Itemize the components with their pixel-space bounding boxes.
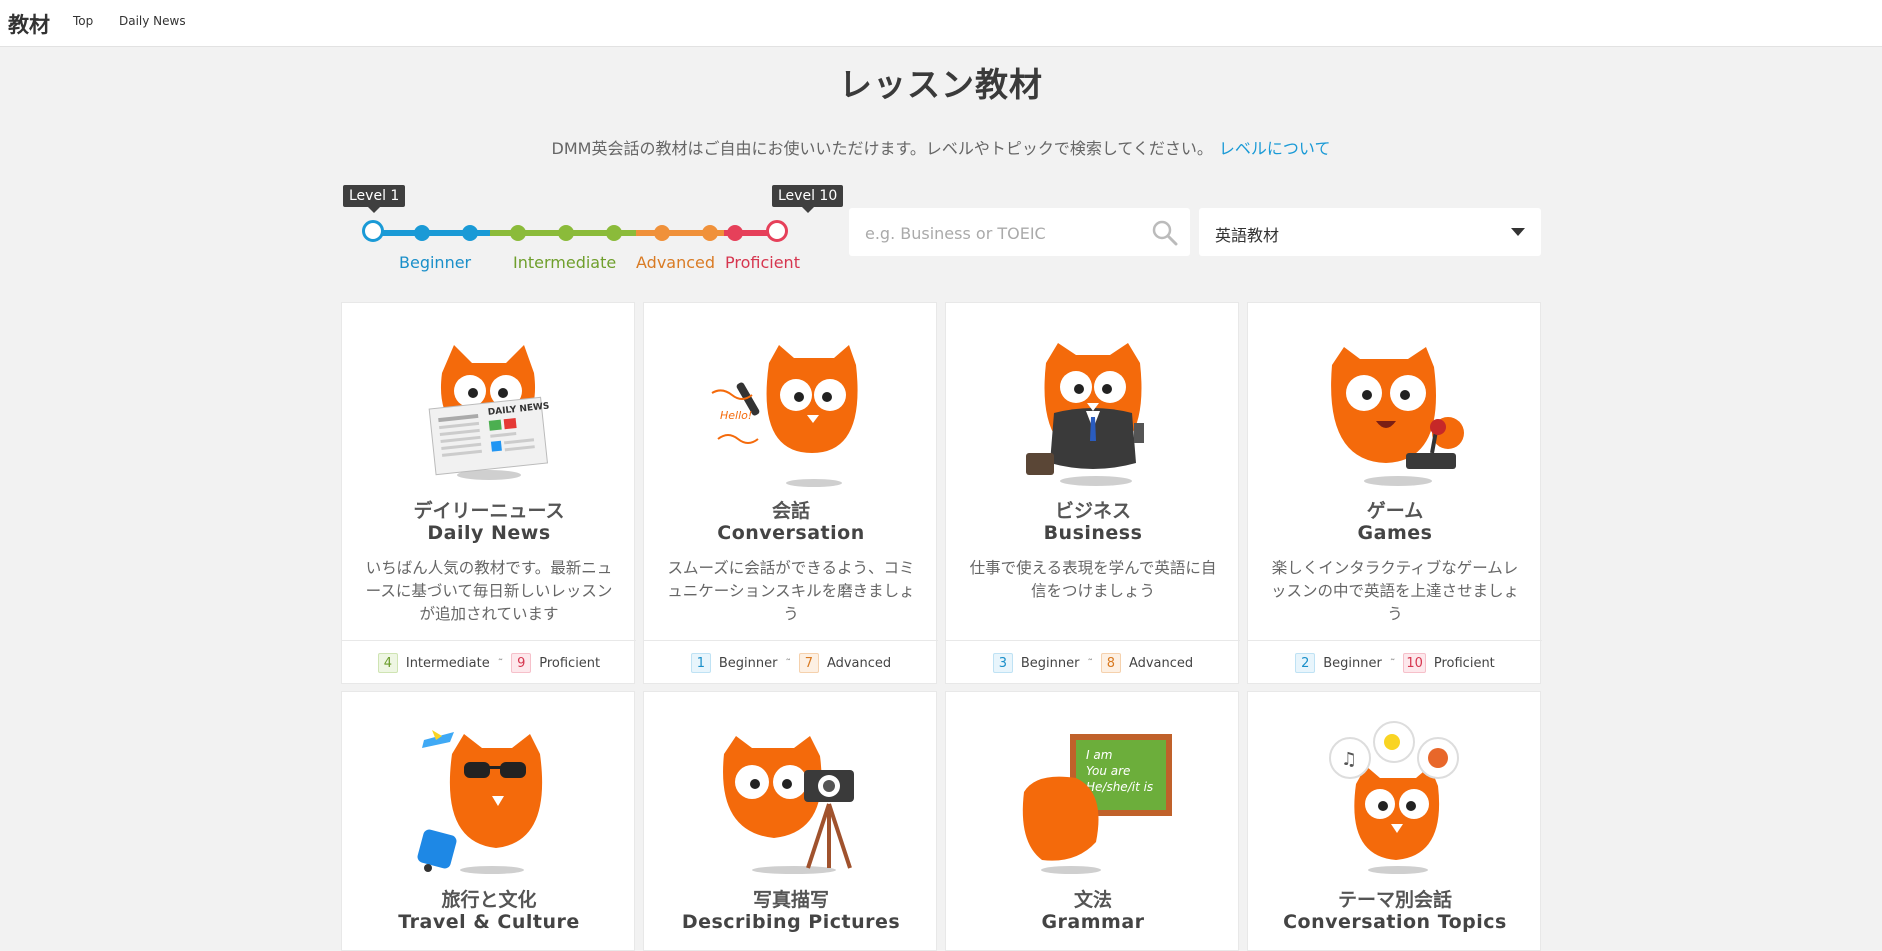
phone-hello-text: Hello! (720, 409, 752, 422)
proficient-label[interactable]: Proficient (725, 253, 800, 272)
card-travel-culture[interactable]: 旅行と文化 Travel & Culture (341, 691, 635, 951)
level-6-dot[interactable] (606, 225, 622, 241)
board-line-2: You are (1086, 764, 1130, 778)
owl-suit-illustration (1026, 343, 1144, 486)
card-title-jp: デイリーニュース (413, 500, 565, 522)
owl-joystick-illustration (1331, 347, 1464, 486)
level-label-to: Proficient (539, 655, 601, 671)
card-title-jp: テーマ別会話 (1337, 889, 1452, 911)
card-description: スムーズに会話ができるよう、コミュニケーションスキルを磨きましょう (667, 559, 915, 623)
owl-phone-illustration: Hello! (711, 345, 858, 487)
card-title-jp: 会話 (771, 500, 810, 522)
level-2-dot[interactable] (414, 225, 430, 241)
level-min-tooltip: Level 1 (343, 185, 406, 213)
search-box (849, 208, 1190, 256)
level-label-to: Proficient (1433, 655, 1495, 671)
level-7-dot[interactable] (654, 225, 670, 241)
select-value: 英語教材 (1215, 226, 1280, 245)
level-slider[interactable]: Level 1 Level 10 Beginner Intermediate A… (340, 180, 844, 280)
card-title-en: Games (1357, 522, 1433, 544)
card-level-range: 4 Intermediate ˜ 9 Proficient (342, 640, 636, 685)
level-label-from: Beginner (1020, 655, 1080, 671)
level-badge-from: 4 (377, 653, 398, 673)
level-max-tooltip: Level 10 (772, 185, 844, 213)
nav-link-daily-news[interactable]: Daily News (119, 14, 186, 28)
advanced-label[interactable]: Advanced (636, 253, 715, 272)
card-title-en: Grammar (1041, 911, 1145, 933)
level-badge-to: 7 (798, 653, 819, 673)
card-title-jp: ビジネス (1054, 500, 1131, 522)
chevron-down-icon (1511, 228, 1525, 236)
brand-title: 教材 (8, 13, 50, 37)
level-badge-from: 3 (992, 653, 1013, 673)
card-title-en: Business (1043, 522, 1143, 544)
level-max-handle[interactable] (766, 220, 788, 242)
nav-link-top[interactable]: Top (73, 14, 93, 28)
range-separator: ˜ (497, 656, 504, 670)
beginner-label[interactable]: Beginner (399, 253, 471, 272)
card-description: 仕事で使える表現を学んで英語に自信をつけましょう (969, 559, 1217, 600)
level-label-to: Advanced (826, 655, 892, 671)
top-bar: 教材 Top Daily News (0, 0, 1882, 47)
card-description: いちばん人気の教材です。最新ニュースに基づいて毎日新しいレッスンが追加されていま… (365, 559, 613, 623)
page-subtitle: DMM英会話の教材はご自由にお使いいただけます。レベルやトピックで検索してくださ… (0, 135, 1882, 159)
level-badge-to: 8 (1100, 653, 1121, 673)
card-conversation-topics[interactable]: ♫ テーマ別会話 Conversation Topics (1247, 691, 1541, 951)
card-level-range: 3 Beginner ˜ 8 Advanced (946, 640, 1240, 685)
owl-camera-illustration (723, 736, 854, 874)
card-title-en: Conversation (717, 522, 865, 544)
level-badge-to: 9 (511, 653, 532, 673)
level-badge-to: 10 (1403, 653, 1426, 673)
card-daily-news[interactable]: DAILY NEWS デイリーニュース Daily News いちばん人気の教材… (341, 302, 636, 685)
card-title-en: Daily News (427, 522, 551, 544)
level-8-dot[interactable] (702, 225, 718, 241)
card-title-jp: ゲーム (1366, 500, 1424, 522)
range-separator: ˜ (1389, 656, 1396, 670)
search-icon[interactable] (1152, 220, 1178, 250)
card-title-jp: 文法 (1073, 889, 1112, 911)
range-separator: ˜ (1087, 656, 1093, 670)
subtitle-text: DMM英会話の教材はご自由にお使いいただけます。レベルやトピックで検索してくださ… (551, 139, 1213, 158)
level-label-from: Beginner (1323, 655, 1382, 671)
level-3-dot[interactable] (462, 225, 478, 241)
level-4-dot[interactable] (510, 225, 526, 241)
card-title-en: Travel & Culture (398, 911, 580, 933)
level-9-dot[interactable] (727, 225, 743, 241)
level-badge-from: 1 (690, 653, 711, 673)
level-info-link[interactable]: レベルについて (1219, 139, 1331, 158)
owl-thought-bubbles-illustration: ♫ (1329, 721, 1459, 874)
level-label-from: Beginner (718, 655, 778, 671)
level-5-dot[interactable] (558, 225, 574, 241)
music-note-icon: ♫ (1341, 749, 1357, 770)
level-badge-from: 2 (1295, 653, 1316, 673)
level-label-from: Intermediate (405, 655, 490, 671)
intermediate-label[interactable]: Intermediate (513, 253, 616, 272)
card-describing-pictures[interactable]: 写真描写 Describing Pictures (643, 691, 937, 951)
board-line-3: He/she/it is (1086, 780, 1153, 794)
range-separator: ˜ (785, 656, 791, 670)
owl-newspaper-illustration: DAILY NEWS (428, 345, 550, 480)
card-level-range: 1 Beginner ˜ 7 Advanced (644, 640, 938, 685)
card-business[interactable]: ビジネス Business 仕事で使える表現を学んで英語に自信をつけましょう 3… (945, 302, 1240, 685)
card-games[interactable]: ゲーム Games 楽しくインタラクティブなゲームレッスンの中で英語を上達させま… (1247, 302, 1542, 685)
material-type-select[interactable]: 英語教材 (1199, 208, 1541, 256)
card-conversation[interactable]: Hello! 会話 Conversation スムーズに会話ができるよう、コミュ… (643, 302, 938, 685)
level-label-to: Advanced (1128, 655, 1194, 671)
card-title-jp: 旅行と文化 (441, 889, 537, 911)
card-description: 楽しくインタラクティブなゲームレッスンの中で英語を上達させましょう (1270, 559, 1519, 623)
level-min-handle[interactable] (362, 220, 384, 242)
owl-travel-illustration (417, 730, 543, 874)
search-input[interactable] (863, 218, 1137, 248)
card-title-en: Conversation Topics (1283, 911, 1507, 933)
owl-blackboard-illustration: I am You are He/she/it is (1022, 734, 1172, 874)
page-title: レッスン教材 (839, 65, 1043, 104)
board-line-1: I am (1086, 748, 1112, 762)
card-title-en: Describing Pictures (681, 911, 901, 933)
card-level-range: 2 Beginner ˜ 10 Proficient (1248, 640, 1542, 685)
card-title-jp: 写真描写 (752, 889, 829, 911)
card-grammar[interactable]: I am You are He/she/it is 文法 Grammar (945, 691, 1239, 951)
